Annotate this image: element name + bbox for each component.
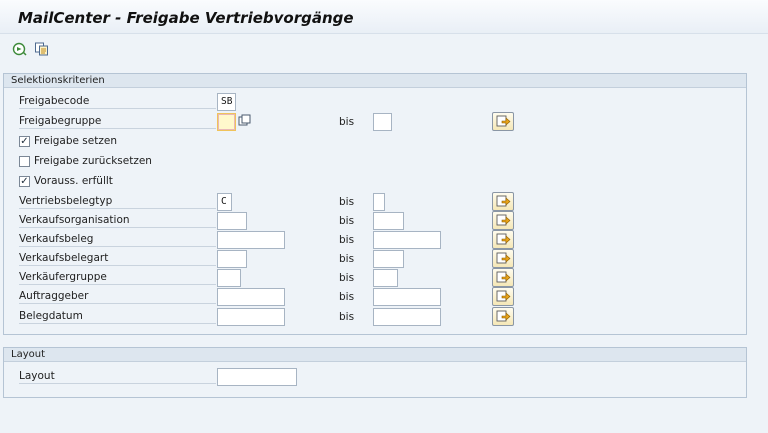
verkaufsbelegart-to-input[interactable] bbox=[373, 250, 404, 268]
checkbox-freigabe-setzen-row: ✓ Freigabe setzen bbox=[4, 133, 304, 151]
freigabegruppe-input[interactable] bbox=[217, 113, 236, 131]
verkaufsorganisation-label: Verkaufsorganisation bbox=[19, 214, 216, 228]
freigabe-zuruecksetzen-label: Freigabe zurücksetzen bbox=[34, 155, 152, 167]
layout-input[interactable] bbox=[217, 368, 297, 386]
multiple-selection-button[interactable] bbox=[492, 287, 514, 306]
vertriebsbelegtyp-label: Vertriebsbelegtyp bbox=[19, 195, 216, 209]
title-bar: MailCenter - Freigabe Vertriebvorgänge bbox=[0, 0, 768, 34]
belegdatum-label: Belegdatum bbox=[19, 310, 216, 324]
verkaufsbeleg-bis-label: bis bbox=[339, 234, 355, 246]
belegdatum-from-input[interactable] bbox=[217, 308, 285, 326]
verkaufsbeleg-to-input[interactable] bbox=[373, 231, 441, 249]
freigabe-setzen-checkbox[interactable]: ✓ bbox=[19, 136, 30, 147]
value-help-icon[interactable] bbox=[238, 114, 251, 127]
verkaeufergruppe-to-input[interactable] bbox=[373, 269, 398, 287]
freigabecode-label: Freigabecode bbox=[19, 95, 216, 109]
vorauss-erfuellt-checkbox[interactable]: ✓ bbox=[19, 176, 30, 187]
checkbox-vorauss-erfuellt-row: ✓ Vorauss. erfüllt bbox=[4, 173, 304, 191]
freigabecode-input[interactable]: SB bbox=[217, 93, 236, 111]
multiple-selection-button[interactable] bbox=[492, 192, 514, 211]
verkaufsorganisation-bis-label: bis bbox=[339, 215, 355, 227]
multiple-selection-button[interactable] bbox=[492, 230, 514, 249]
auftraggeber-bis-label: bis bbox=[339, 291, 355, 303]
belegdatum-row: Belegdatum bis bbox=[4, 307, 748, 326]
verkaeufergruppe-label: Verkäufergruppe bbox=[19, 271, 216, 285]
vorauss-erfuellt-label: Vorauss. erfüllt bbox=[34, 175, 113, 187]
layout-header: Layout bbox=[4, 348, 746, 362]
variant-icon[interactable] bbox=[34, 41, 50, 57]
selection-criteria-header: Selektionskriterien bbox=[4, 74, 746, 88]
auftraggeber-to-input[interactable] bbox=[373, 288, 441, 306]
freigabegruppe-bis-label: bis bbox=[339, 116, 355, 128]
vertriebsbelegtyp-row: Vertriebsbelegtyp C bis bbox=[4, 192, 748, 211]
multiple-selection-button[interactable] bbox=[492, 249, 514, 268]
vertriebsbelegtyp-bis-label: bis bbox=[339, 196, 355, 208]
verkaeufergruppe-from-input[interactable] bbox=[217, 269, 241, 287]
vertriebsbelegtyp-to-input[interactable] bbox=[373, 193, 385, 211]
verkaufsbelegart-from-input[interactable] bbox=[217, 250, 247, 268]
freigabe-setzen-label: Freigabe setzen bbox=[34, 135, 117, 147]
multiple-selection-button[interactable] bbox=[492, 268, 514, 287]
layout-label: Layout bbox=[19, 370, 216, 384]
layout-row: Layout bbox=[4, 368, 748, 386]
auftraggeber-label: Auftraggeber bbox=[19, 290, 216, 304]
window-title: MailCenter - Freigabe Vertriebvorgänge bbox=[18, 9, 354, 27]
freigabegruppe-label: Freigabegruppe bbox=[19, 115, 216, 129]
freigabe-zuruecksetzen-checkbox[interactable] bbox=[19, 156, 30, 167]
belegdatum-bis-label: bis bbox=[339, 311, 355, 323]
execute-icon[interactable] bbox=[12, 41, 28, 57]
freigabecode-row: Freigabecode SB bbox=[4, 93, 748, 111]
checkbox-freigabe-zuruecksetzen-row: Freigabe zurücksetzen bbox=[4, 153, 304, 171]
belegdatum-to-input[interactable] bbox=[373, 308, 441, 326]
verkaeufergruppe-bis-label: bis bbox=[339, 272, 355, 284]
verkaufsbeleg-row: Verkaufsbeleg bis bbox=[4, 230, 748, 249]
verkaufsbelegart-label: Verkaufsbelegart bbox=[19, 252, 216, 266]
multiple-selection-button[interactable] bbox=[492, 112, 514, 131]
application-toolbar bbox=[0, 35, 768, 65]
verkaufsbelegart-bis-label: bis bbox=[339, 253, 355, 265]
verkaufsbeleg-from-input[interactable] bbox=[217, 231, 285, 249]
freigabegruppe-to-input[interactable] bbox=[373, 113, 392, 131]
verkaufsbeleg-label: Verkaufsbeleg bbox=[19, 233, 216, 247]
verkaufsorganisation-row: Verkaufsorganisation bis bbox=[4, 211, 748, 230]
vertriebsbelegtyp-from-input[interactable]: C bbox=[217, 193, 232, 211]
multiple-selection-button[interactable] bbox=[492, 307, 514, 326]
verkaufsorganisation-to-input[interactable] bbox=[373, 212, 404, 230]
multiple-selection-button[interactable] bbox=[492, 211, 514, 230]
verkaufsorganisation-from-input[interactable] bbox=[217, 212, 247, 230]
verkaufsbelegart-row: Verkaufsbelegart bis bbox=[4, 249, 748, 268]
auftraggeber-from-input[interactable] bbox=[217, 288, 285, 306]
layout-group: Layout Layout bbox=[3, 347, 747, 398]
freigabegruppe-row: Freigabegruppe bis bbox=[4, 112, 748, 131]
auftraggeber-row: Auftraggeber bis bbox=[4, 287, 748, 306]
selection-criteria-group: Selektionskriterien Freigabecode SB Frei… bbox=[3, 73, 747, 335]
verkaeufergruppe-row: Verkäufergruppe bis bbox=[4, 268, 748, 287]
